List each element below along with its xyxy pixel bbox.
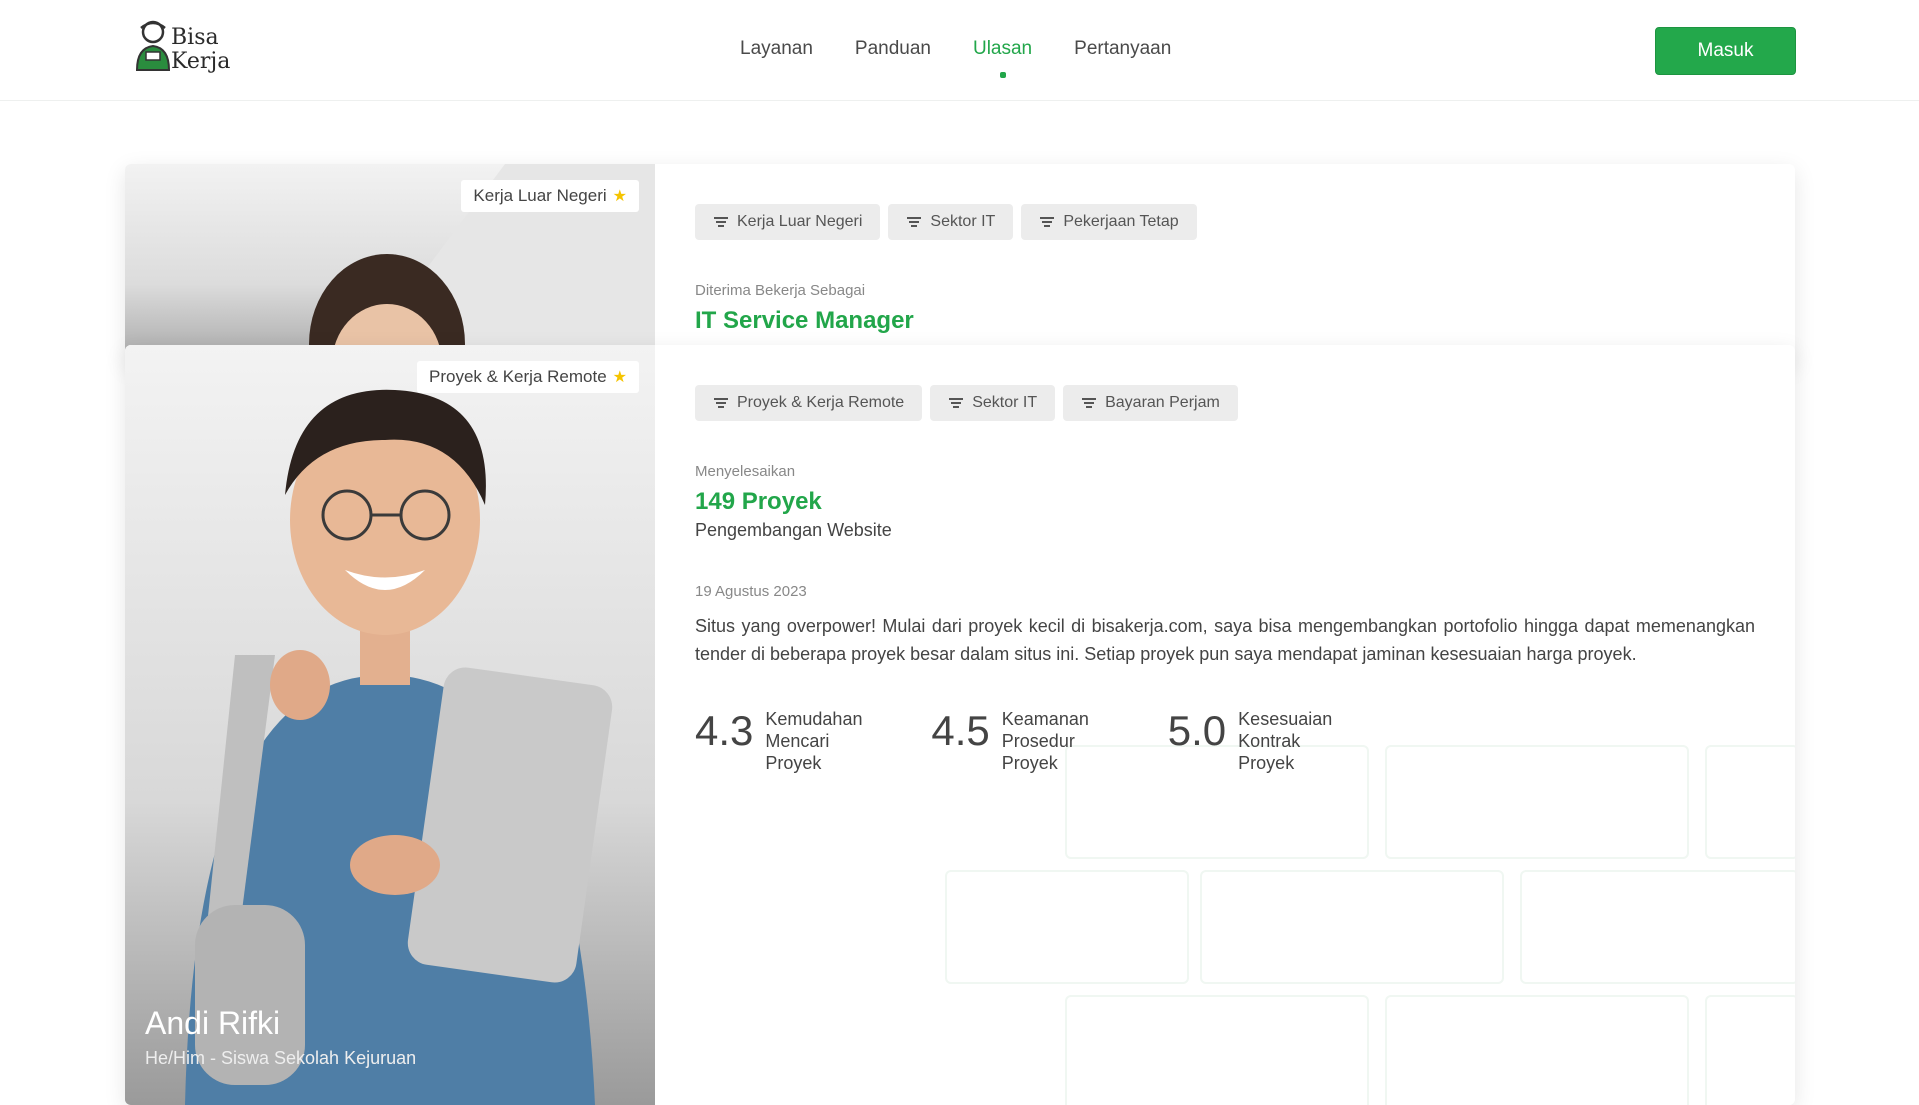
- filter-icon: [713, 216, 729, 228]
- brand-name: Bisa Kerja: [171, 25, 231, 74]
- result-label: Menyelesaikan: [695, 463, 796, 480]
- filter-icon: [713, 397, 729, 409]
- filter-chip[interactable]: Bayaran Perjam: [1063, 385, 1238, 421]
- rating-item: 5.0 Kesesuaian Kontrak Proyek: [1168, 708, 1350, 774]
- rating-label: Kesesuaian Kontrak Proyek: [1238, 709, 1333, 773]
- star-icon: ★: [612, 369, 627, 386]
- filter-icon: [948, 397, 964, 409]
- top-navbar: Bisa Kerja Layanan Panduan Ulasan Pertan…: [0, 0, 1919, 101]
- filter-chip[interactable]: Proyek & Kerja Remote: [695, 385, 923, 421]
- reviewer-name: Andi Rifki: [145, 1005, 281, 1041]
- rating-score: 4.3: [695, 707, 754, 754]
- logo-person-icon: [135, 20, 171, 71]
- reviewer-role: He/Him - Siswa Sekolah Kejuruan: [145, 1048, 417, 1068]
- filter-chip[interactable]: Pekerjaan Tetap: [1021, 204, 1197, 240]
- reviewer-photo: Kerja Luar Negeri ★: [125, 164, 655, 364]
- main-nav: Layanan Panduan Ulasan Pertanyaan: [740, 38, 1171, 78]
- filter-chip[interactable]: Sektor IT: [888, 204, 1014, 240]
- review-content: Kerja Luar Negeri Sektor IT Pekerjaan Te…: [695, 204, 1755, 335]
- review-content: Proyek & Kerja Remote Sektor IT Bayaran …: [695, 385, 1755, 774]
- nav-pertanyaan[interactable]: Pertanyaan: [1074, 38, 1171, 60]
- rating-score: 4.5: [931, 707, 990, 754]
- filter-icon: [906, 216, 922, 228]
- rating-item: 4.3 Kemudahan Mencari Proyek: [695, 708, 877, 774]
- result-label: Diterima Bekerja Sebagai: [695, 282, 866, 299]
- review-date: 19 Agustus 2023: [695, 583, 807, 600]
- rating-score: 5.0: [1167, 707, 1227, 754]
- filter-icon: [1081, 397, 1097, 409]
- rating-label: Keamanan Prosedur Proyek: [1001, 709, 1089, 773]
- filter-chip[interactable]: Sektor IT: [930, 385, 1056, 421]
- result-highlight: 149 Proyek: [695, 488, 822, 515]
- category-badge: Proyek & Kerja Remote ★: [417, 361, 639, 393]
- category-badge: Kerja Luar Negeri ★: [461, 180, 639, 212]
- star-icon: ★: [612, 188, 627, 205]
- rating-label: Kemudahan Mencari Proyek: [765, 709, 863, 773]
- review-card-front[interactable]: Proyek & Kerja Remote ★ Andi Rifki He/Him…: [125, 345, 1795, 1105]
- nav-ulasan[interactable]: Ulasan: [973, 38, 1032, 78]
- background-grid: [945, 745, 1795, 1105]
- review-text: Situs yang overpower! Mulai dari proyek …: [695, 616, 1755, 664]
- nav-layanan[interactable]: Layanan: [740, 38, 813, 60]
- ratings-row: 4.3 Kemudahan Mencari Proyek 4.5 Keamana…: [695, 708, 1755, 774]
- chip-list: Kerja Luar Negeri Sektor IT Pekerjaan Te…: [695, 204, 1755, 240]
- man-portrait-icon: [125, 345, 655, 1105]
- result-subtitle: Pengembangan Website: [695, 520, 892, 540]
- reviewer-photo: Proyek & Kerja Remote ★ Andi Rifki He/Him…: [125, 345, 655, 1105]
- filter-chip[interactable]: Kerja Luar Negeri: [695, 204, 881, 240]
- chip-list: Proyek & Kerja Remote Sektor IT Bayaran …: [695, 385, 1755, 421]
- rating-item: 4.5 Keamanan Prosedur Proyek: [931, 708, 1113, 774]
- result-highlight: IT Service Manager: [695, 307, 914, 334]
- nav-panduan[interactable]: Panduan: [855, 38, 931, 60]
- login-button[interactable]: Masuk: [1655, 27, 1796, 75]
- brand-logo[interactable]: Bisa Kerja: [133, 18, 253, 80]
- review-card-back[interactable]: Kerja Luar Negeri ★ Kerja Luar Negeri Sek…: [125, 164, 1795, 364]
- filter-icon: [1039, 216, 1055, 228]
